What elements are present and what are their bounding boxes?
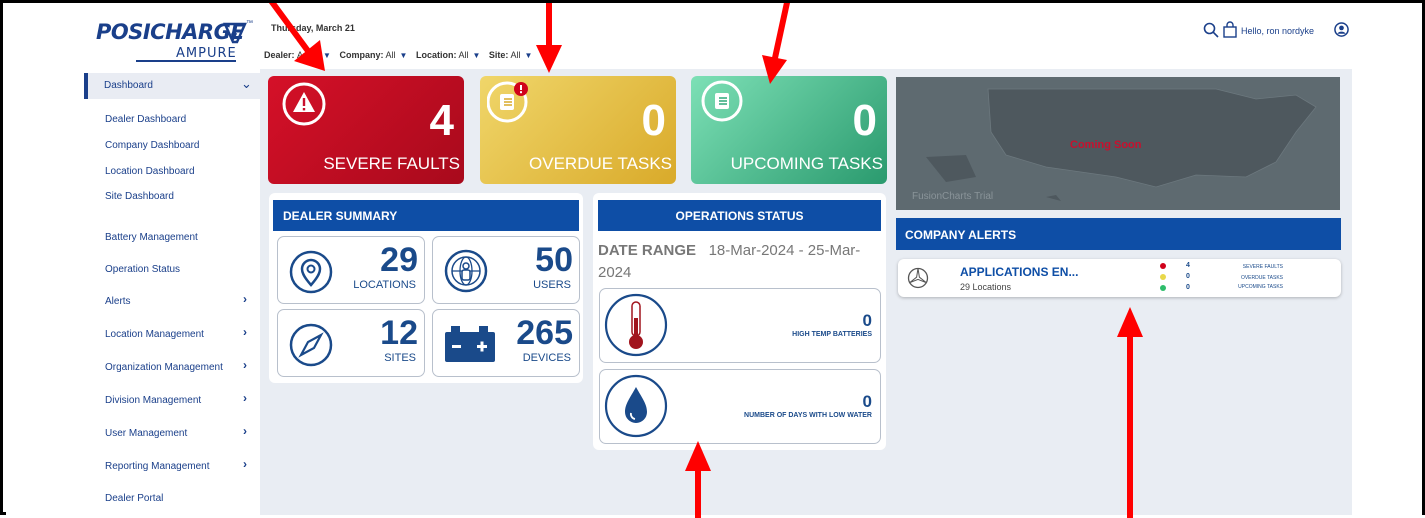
annotation-arrows <box>268 3 1143 518</box>
app-window: POSICHARGE ™ AMPURE Dashboard ⌄ Dealer D… <box>0 0 1425 518</box>
